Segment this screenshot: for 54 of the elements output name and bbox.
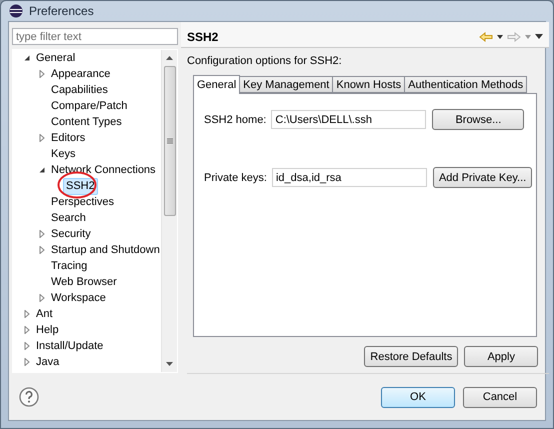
dialog-button[interactable]: OK [381,386,455,408]
tab[interactable]: General [193,75,240,94]
dropdown-caret-icon[interactable] [497,34,504,38]
collapsed-arrow-icon[interactable] [23,310,31,318]
tree-item[interactable]: Compare/Patch [48,98,130,114]
tree-item[interactable]: Workspace [48,290,109,306]
tree-item[interactable]: Web Browser [48,274,120,290]
tree-item[interactable]: General [33,50,78,66]
tree-item[interactable]: Capabilities [48,82,111,98]
tab[interactable]: Authentication Methods [404,76,528,93]
dialog-button[interactable]: Cancel [463,386,537,408]
help-icon[interactable] [19,387,39,407]
filter-field[interactable]: type filter text [12,28,178,45]
collapsed-arrow-icon[interactable] [38,70,46,78]
tree-item[interactable]: Tracing [48,258,90,274]
field-label: SSH2 home: [204,114,266,126]
tree-item[interactable]: Perspectives [48,194,117,210]
tree-item[interactable]: Keys [48,146,78,162]
collapsed-arrow-icon[interactable] [23,342,31,350]
tree-item[interactable]: Ant [33,306,56,322]
tree-item[interactable]: Security [48,226,94,242]
app-icon [9,4,23,18]
collapsed-arrow-icon[interactable] [38,230,46,238]
action-button[interactable]: Add Private Key... [432,167,532,188]
field-label: Private keys: [204,172,267,184]
tab[interactable]: Key Management [239,76,334,93]
collapsed-arrow-icon[interactable] [38,294,46,302]
collapsed-arrow-icon[interactable] [38,246,46,254]
window-title: Preferences [29,4,94,18]
tree-item[interactable]: Install/Update [33,338,106,354]
page-title: SSH2 [187,30,218,44]
collapsed-arrow-icon[interactable] [23,326,31,334]
tab[interactable]: Known Hosts [332,76,406,93]
tree-item[interactable]: SSH2 [63,178,98,194]
page-button[interactable]: Apply [464,346,538,367]
view-menu-icon[interactable] [535,34,544,39]
collapsed-arrow-icon[interactable] [38,134,46,142]
collapsed-arrow-icon[interactable] [23,358,31,366]
page-description: Configuration options for SSH2: [187,55,343,67]
expanded-arrow-icon[interactable] [23,54,31,62]
tree-item[interactable]: Appearance [48,66,114,82]
tree-item[interactable]: Startup and Shutdown [48,242,161,258]
expanded-arrow-icon[interactable] [38,166,46,174]
tree-item[interactable]: Content Types [48,114,125,130]
grip-icon [166,138,172,144]
tree-item[interactable]: Editors [48,130,88,146]
tree-item[interactable]: Help [33,322,62,338]
action-button[interactable]: Browse... [432,109,524,130]
scrollbar[interactable] [161,50,177,372]
input-field[interactable]: id_dsa,id_rsa [272,168,427,187]
input-field[interactable]: C:\Users\DELL\.ssh [271,110,426,129]
tree-item[interactable]: Search [48,210,89,226]
page-button[interactable]: Restore Defaults [364,346,458,367]
tree-item[interactable]: Java [33,354,62,370]
